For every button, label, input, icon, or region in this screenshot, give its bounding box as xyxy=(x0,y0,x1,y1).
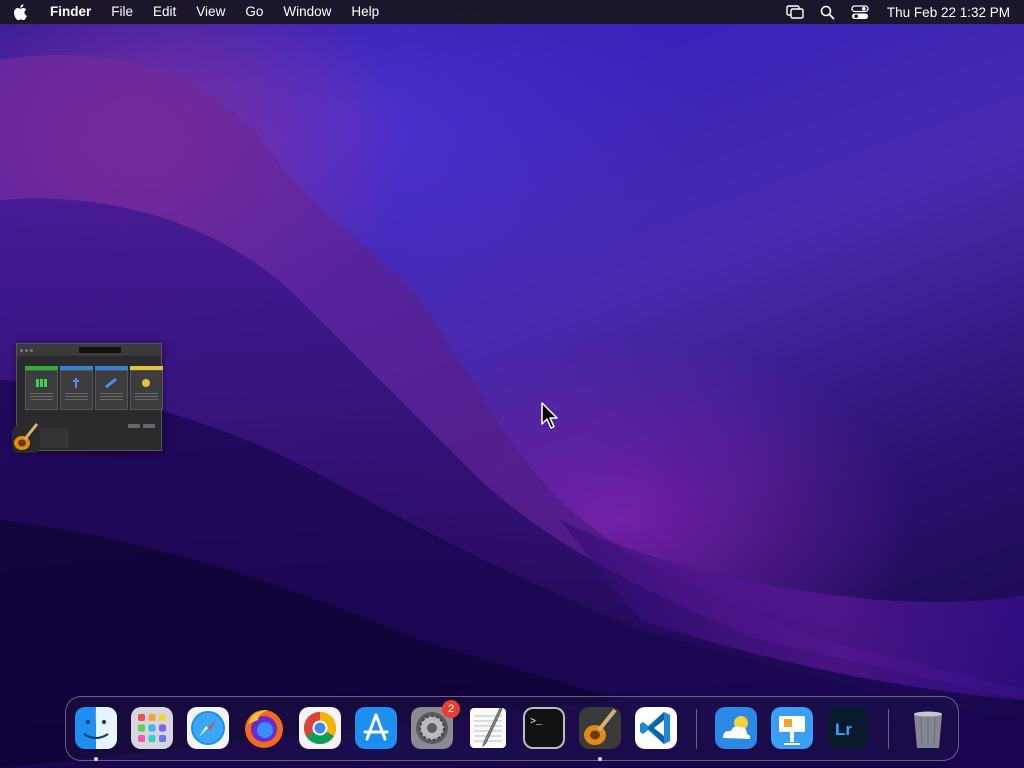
finder-icon[interactable] xyxy=(74,706,118,750)
launchpad-icon[interactable] xyxy=(130,706,174,750)
menu-view[interactable]: View xyxy=(186,0,235,24)
vscode-icon[interactable] xyxy=(634,706,678,750)
menu-window[interactable]: Window xyxy=(273,0,341,24)
trash-icon[interactable] xyxy=(906,706,950,750)
terminal-icon[interactable]: >_ xyxy=(522,706,566,750)
weather-icon[interactable] xyxy=(714,706,758,750)
notification-badge: 2 xyxy=(442,700,460,718)
thumbnail-card-voice xyxy=(60,366,93,410)
keynote-icon[interactable] xyxy=(770,706,814,750)
lightroom-label: Lr xyxy=(835,720,852,739)
system-preferences-icon[interactable]: 2 xyxy=(410,700,460,750)
apple-menu-icon[interactable] xyxy=(0,4,40,20)
chrome-icon[interactable] xyxy=(298,706,342,750)
screen-mirroring-icon[interactable] xyxy=(778,0,812,24)
svg-text:>_: >_ xyxy=(530,717,543,728)
menu-file[interactable]: File xyxy=(101,0,143,24)
dock: 2 >_ Lr xyxy=(65,696,959,761)
menu-go[interactable]: Go xyxy=(235,0,273,24)
garageband-icon xyxy=(10,421,42,455)
garageband-icon[interactable] xyxy=(578,706,622,750)
running-indicator xyxy=(94,757,98,761)
thumbnail-card-drummer xyxy=(130,366,163,410)
control-center-icon[interactable] xyxy=(843,0,877,24)
menu-bar: Finder File Edit View Go Window Help Thu… xyxy=(0,0,1024,24)
thumbnail-card-keyboard xyxy=(25,366,58,410)
firefox-icon[interactable] xyxy=(242,706,286,750)
thumbnail-titlebar xyxy=(17,344,161,356)
thumbnail-card-guitar xyxy=(95,366,128,410)
menu-help[interactable]: Help xyxy=(341,0,389,24)
textedit-icon[interactable] xyxy=(466,706,510,750)
menu-edit[interactable]: Edit xyxy=(143,0,186,24)
lightroom-icon[interactable]: Lr xyxy=(826,706,870,750)
menu-bar-clock[interactable]: Thu Feb 22 1:32 PM xyxy=(877,5,1010,20)
dock-separator xyxy=(696,709,697,749)
mouse-cursor-icon xyxy=(541,402,558,429)
running-indicator xyxy=(598,757,602,761)
menu-app-name[interactable]: Finder xyxy=(40,0,101,24)
dock-separator xyxy=(888,709,889,749)
spotlight-search-icon[interactable] xyxy=(812,0,843,24)
safari-icon[interactable] xyxy=(186,706,230,750)
app-store-icon[interactable] xyxy=(354,706,398,750)
